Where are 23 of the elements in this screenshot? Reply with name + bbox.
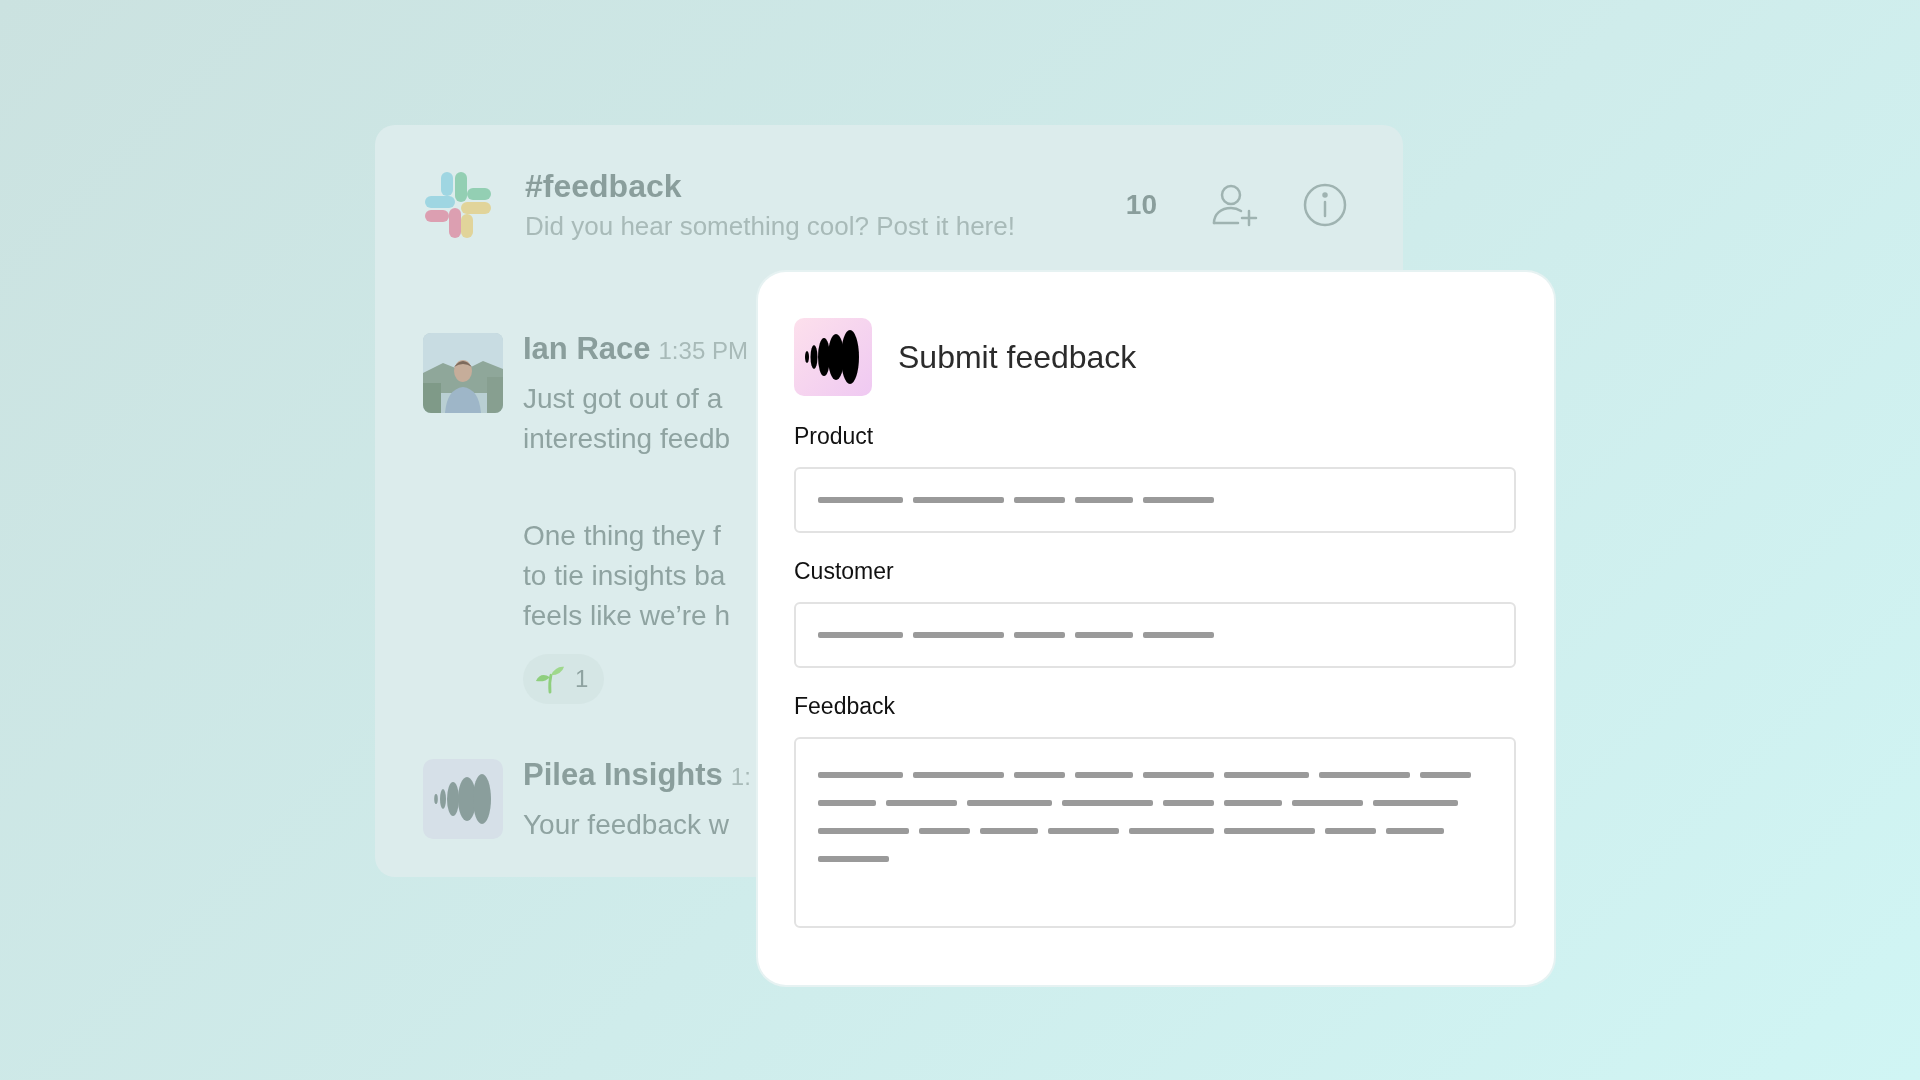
input-field[interactable] <box>794 602 1516 668</box>
channel-name: #feedback <box>525 167 683 205</box>
message-text: to tie insights ba <box>523 559 727 593</box>
message-text: interesting feedb <box>523 422 731 456</box>
message-text: feels like we’re h <box>523 599 730 633</box>
input-field[interactable] <box>794 467 1516 533</box>
reaction-button[interactable]: 1 <box>523 654 605 704</box>
info-icon[interactable] <box>1301 181 1349 229</box>
text-area[interactable] <box>794 737 1516 928</box>
app-logo-icon <box>794 318 872 396</box>
field-label: Product <box>794 422 874 450</box>
dialog-title: Submit feedback <box>898 338 1137 376</box>
field-label: Feedback <box>794 692 895 720</box>
message-text: One thing they f <box>523 519 722 553</box>
message-text: Your feedback w <box>523 808 729 842</box>
app-avatar-icon <box>423 759 503 839</box>
field-label: Customer <box>794 557 894 585</box>
sprout-icon <box>535 664 565 694</box>
message-text: Just got out of a <box>523 382 724 416</box>
author-name[interactable]: Ian Race <box>523 329 651 369</box>
logo-icon <box>423 170 493 240</box>
member-count[interactable]: 10 <box>1125 189 1157 221</box>
author-name[interactable]: Pilea Insights <box>523 755 723 795</box>
